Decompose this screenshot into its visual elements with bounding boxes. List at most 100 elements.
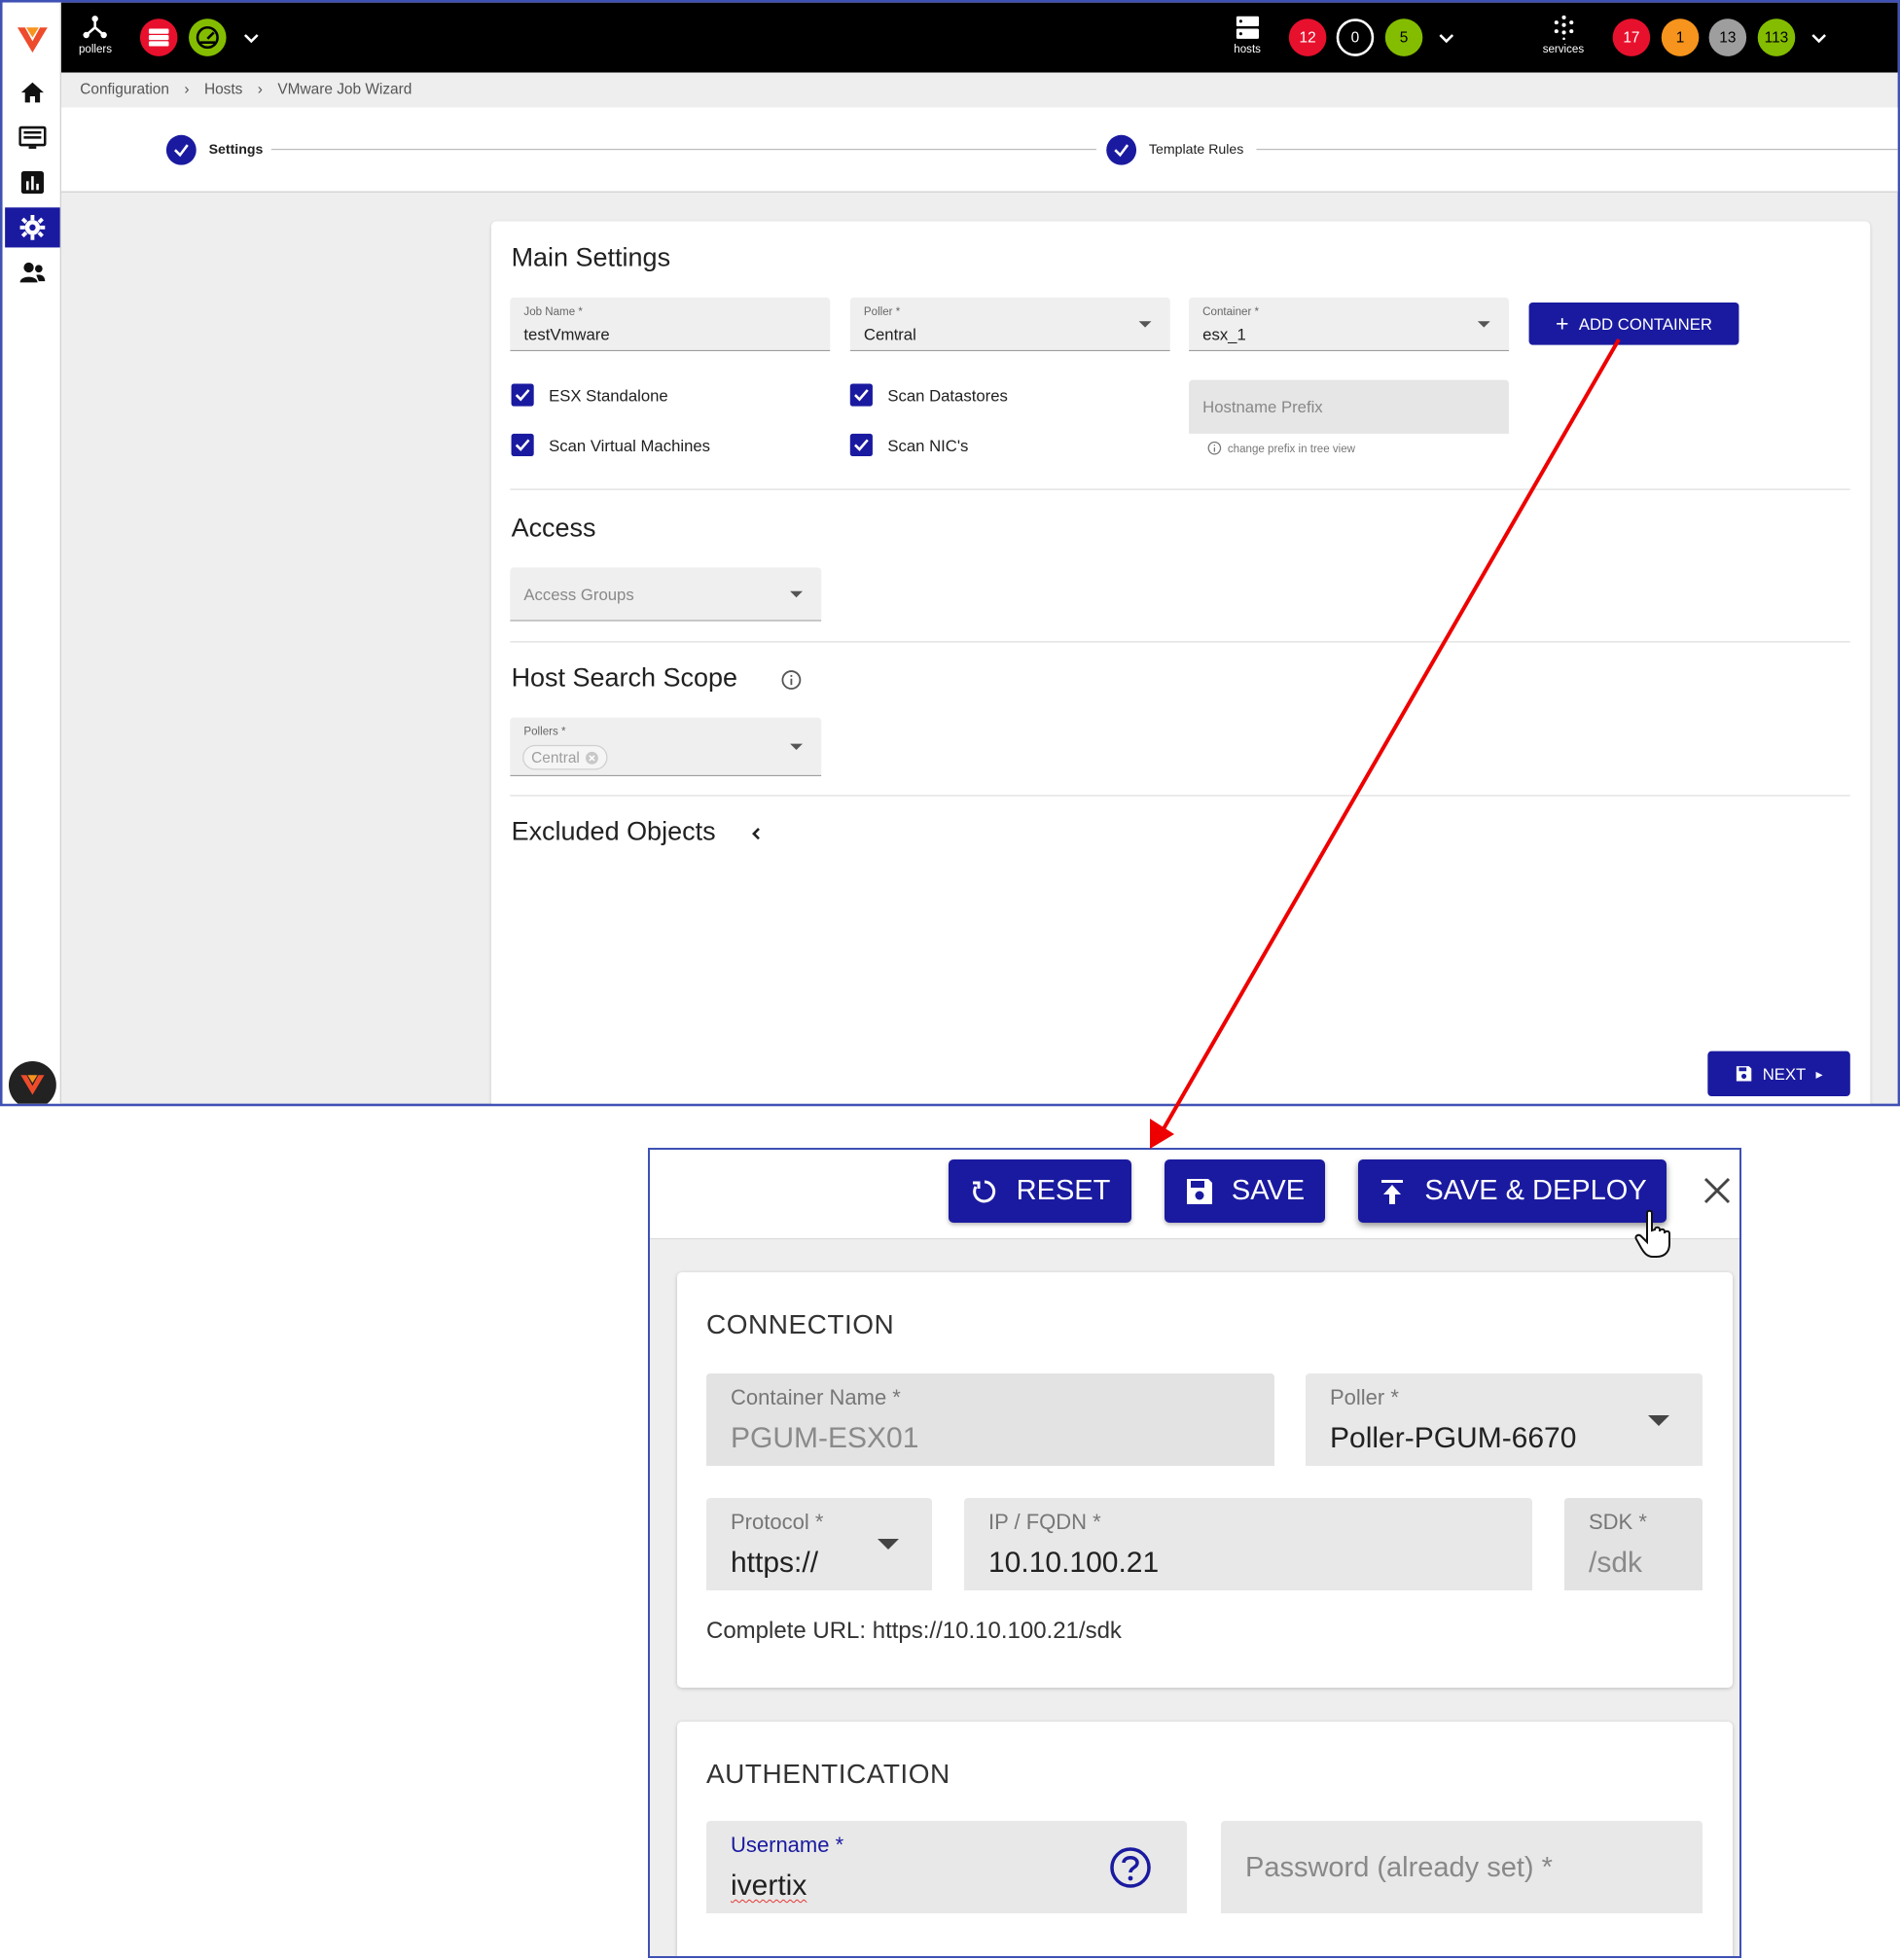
ip-fqdn-label: IP / FQDN * xyxy=(988,1510,1101,1534)
next-label: NEXT xyxy=(1762,1064,1807,1084)
job-name-value: testVmware xyxy=(523,325,610,344)
add-container-label: ADD CONTAINER xyxy=(1578,314,1712,334)
connection-card: CONNECTION Container Name * PGUM-ESX01 P… xyxy=(677,1272,1733,1688)
speedometer-icon[interactable] xyxy=(189,18,227,56)
configuration-gear-icon[interactable] xyxy=(5,207,60,248)
close-icon[interactable] xyxy=(1702,1175,1733,1206)
hosts-button[interactable]: hosts xyxy=(1234,15,1261,55)
poller-value: Poller-PGUM-6670 xyxy=(1330,1422,1577,1454)
save-disk-icon xyxy=(1186,1178,1212,1204)
authentication-title: AUTHENTICATION xyxy=(706,1759,950,1789)
wizard-stepper: Settings Template Rules xyxy=(60,107,1898,193)
poller-value: Central xyxy=(863,325,916,344)
poller-select[interactable]: Poller * Poller-PGUM-6670 xyxy=(1306,1373,1703,1466)
plus-icon: + xyxy=(1556,310,1569,337)
step-connector xyxy=(270,148,1096,151)
checkbox-scan-datastores[interactable]: Scan Datastores xyxy=(849,383,1008,407)
step-check-icon xyxy=(1106,134,1137,165)
pollers-label: pollers xyxy=(78,42,113,55)
next-button[interactable]: NEXT ▸ xyxy=(1707,1051,1850,1096)
excluded-objects-title: Excluded Objects xyxy=(511,817,716,846)
container-select[interactable]: Container * esx_1 xyxy=(1189,297,1509,352)
services-warning-count[interactable]: 1 xyxy=(1661,18,1700,56)
checkbox-scan-nics[interactable]: Scan NIC's xyxy=(849,433,969,457)
services-label: services xyxy=(1542,42,1585,55)
step-template-rules[interactable]: Template Rules xyxy=(1106,134,1244,165)
username-field[interactable]: Username * ivertix xyxy=(706,1821,1187,1913)
username-label: Username * xyxy=(731,1833,844,1857)
users-icon[interactable] xyxy=(5,253,60,293)
dropdown-arrow-icon xyxy=(790,590,803,598)
save-disk-icon xyxy=(1736,1066,1752,1082)
dropdown-arrow-icon xyxy=(1477,321,1490,328)
poller-select[interactable]: Poller * Central xyxy=(849,297,1170,352)
chip-remove-icon[interactable] xyxy=(585,751,598,765)
vmware-job-wizard-screen: pollers hosts 12 0 5 services 17 1 13 11… xyxy=(0,0,1900,1107)
poller-chip-label: Central xyxy=(531,748,580,766)
pollers-scope-label: Pollers * xyxy=(523,725,566,738)
pollers-button[interactable]: pollers xyxy=(78,15,113,55)
info-icon[interactable] xyxy=(781,670,802,691)
app-logo-bottom-icon[interactable] xyxy=(8,1060,56,1104)
checkbox-checked-icon xyxy=(511,383,534,407)
reset-button[interactable]: RESET xyxy=(949,1159,1131,1223)
hosts-unreachable-count[interactable]: 0 xyxy=(1336,18,1375,56)
access-title: Access xyxy=(511,514,596,543)
services-chevron-down-icon[interactable] xyxy=(1810,29,1828,47)
checkbox-scan-virtual-machines[interactable]: Scan Virtual Machines xyxy=(511,433,711,457)
dropdown-arrow-icon xyxy=(1648,1415,1669,1426)
protocol-select[interactable]: Protocol * https:// xyxy=(706,1498,932,1590)
hostname-hint-text: change prefix in tree view xyxy=(1227,442,1356,455)
breadcrumb-configuration[interactable]: Configuration xyxy=(80,80,169,97)
monitor-list-icon[interactable] xyxy=(5,118,60,158)
pollers-scope-select[interactable]: Pollers * Central xyxy=(510,717,822,776)
settings-card: Main Settings Job Name * testVmware Poll… xyxy=(491,221,1871,1104)
save-and-deploy-button[interactable]: SAVE & DEPLOY xyxy=(1358,1159,1667,1223)
checkbox-label: Scan NIC's xyxy=(887,435,969,455)
hosts-up-count[interactable]: 5 xyxy=(1384,18,1423,56)
checkbox-esx-standalone[interactable]: ESX Standalone xyxy=(511,383,668,407)
help-question-icon[interactable] xyxy=(1109,1846,1152,1889)
protocol-label: Protocol * xyxy=(731,1510,824,1534)
info-icon xyxy=(1207,441,1222,455)
password-placeholder: Password (already set) * xyxy=(1245,1852,1553,1883)
checkbox-label: Scan Virtual Machines xyxy=(549,435,711,455)
poller-chip[interactable]: Central xyxy=(522,744,608,770)
container-value: esx_1 xyxy=(1202,325,1246,344)
services-unknown-count[interactable]: 13 xyxy=(1708,18,1747,56)
save-button[interactable]: SAVE xyxy=(1165,1159,1325,1223)
breadcrumb-separator-icon: › xyxy=(257,80,263,98)
reports-chart-icon[interactable] xyxy=(5,162,60,202)
hosts-down-count[interactable]: 12 xyxy=(1288,18,1327,56)
services-ok-count[interactable]: 113 xyxy=(1757,18,1796,56)
hostname-prefix-field: Hostname Prefix xyxy=(1189,379,1509,434)
container-name-value: PGUM-ESX01 xyxy=(731,1422,919,1454)
services-critical-count[interactable]: 17 xyxy=(1612,18,1651,56)
hosts-label: hosts xyxy=(1234,42,1261,55)
home-icon[interactable] xyxy=(5,73,60,113)
breadcrumb-hosts[interactable]: Hosts xyxy=(204,80,242,97)
server-status-icon[interactable] xyxy=(139,18,178,56)
divider xyxy=(510,641,1850,643)
reset-icon xyxy=(972,1180,995,1202)
hosts-chevron-down-icon[interactable] xyxy=(1438,29,1455,47)
access-groups-select[interactable]: Access Groups xyxy=(510,567,822,622)
checkbox-checked-icon xyxy=(849,383,873,407)
add-container-button[interactable]: + ADD CONTAINER xyxy=(1528,302,1739,345)
services-button[interactable]: services xyxy=(1542,15,1585,55)
app-window: pollers hosts 12 0 5 services 17 1 13 11… xyxy=(0,0,1900,1107)
step-settings[interactable]: Settings xyxy=(165,134,263,165)
reset-label: RESET xyxy=(1016,1175,1111,1206)
job-name-field[interactable]: Job Name * testVmware xyxy=(510,297,831,352)
sdk-label: SDK * xyxy=(1589,1510,1647,1534)
step-template-rules-label: Template Rules xyxy=(1148,142,1244,158)
breadcrumb-separator-icon: › xyxy=(184,80,190,98)
ip-fqdn-field[interactable]: IP / FQDN * 10.10.100.21 xyxy=(964,1498,1532,1590)
divider xyxy=(510,488,1850,490)
password-field[interactable]: Password (already set) * xyxy=(1221,1821,1703,1913)
pollers-network-icon xyxy=(83,16,108,39)
chevron-left-icon[interactable] xyxy=(749,826,764,840)
step-connector xyxy=(1256,148,1898,151)
ip-fqdn-value: 10.10.100.21 xyxy=(988,1547,1160,1579)
chevron-down-icon[interactable] xyxy=(242,29,260,47)
